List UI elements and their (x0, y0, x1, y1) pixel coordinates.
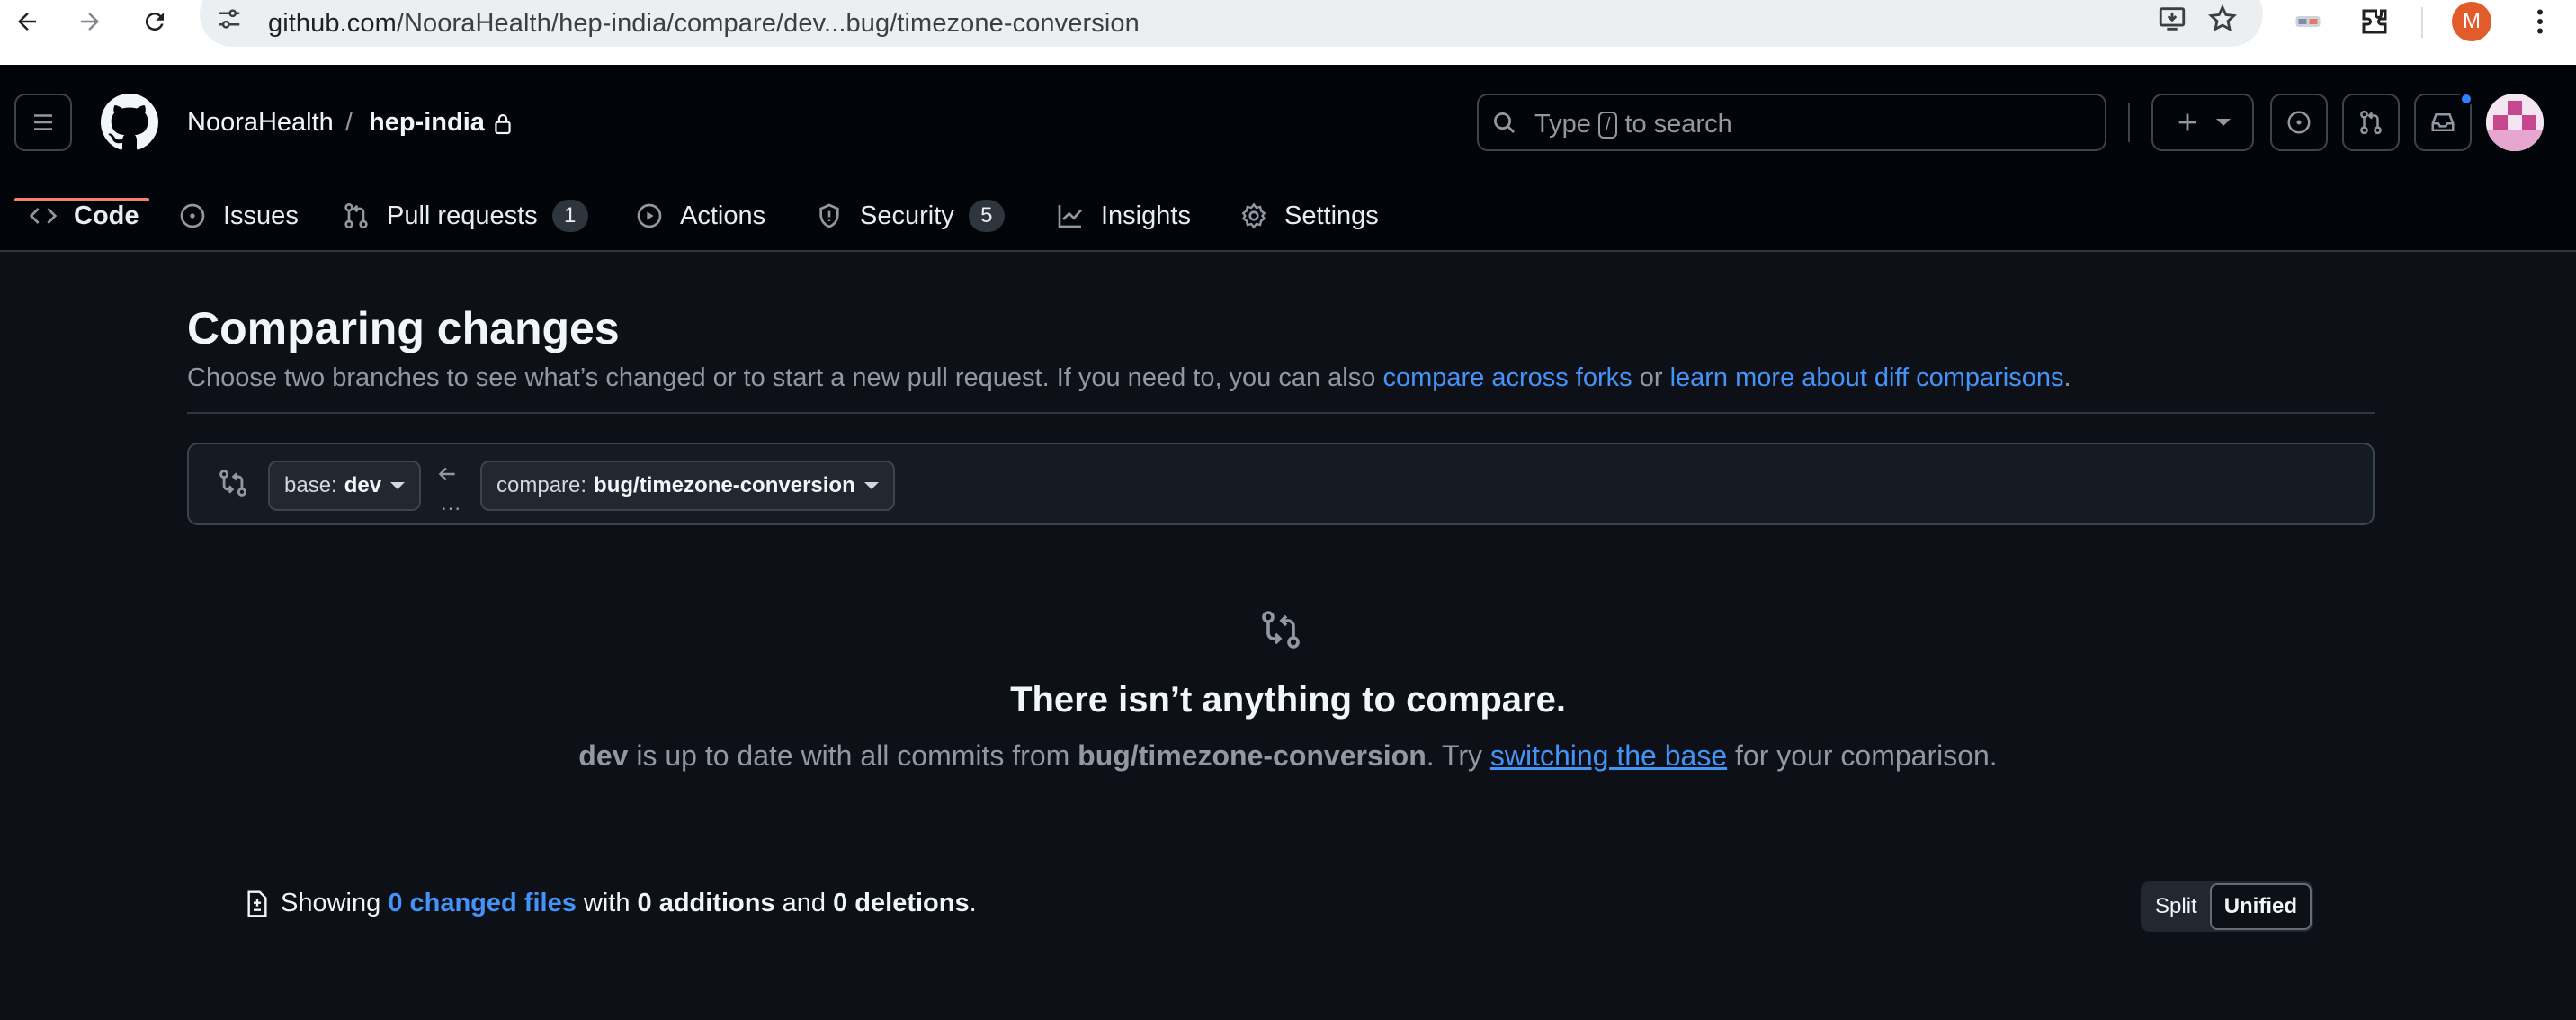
switch-base-link[interactable]: switching the base (1490, 739, 1727, 772)
compare-across-forks-link[interactable]: compare across forks (1382, 363, 1632, 392)
notification-dot (2459, 92, 2473, 106)
puzzle-icon[interactable] (2358, 5, 2391, 38)
hamburger-menu-button[interactable] (14, 94, 72, 151)
header-divider (2128, 103, 2130, 142)
search-placeholder: Type / to search (1534, 110, 1732, 139)
breadcrumb-repo[interactable]: hep-india (369, 108, 485, 138)
gear-icon (1241, 202, 1266, 229)
site-info-icon[interactable] (216, 5, 243, 32)
tab-pull-requests[interactable]: Pull requests 1 (342, 192, 588, 239)
caret-down-icon (390, 482, 406, 489)
tab-actions[interactable]: Actions (635, 192, 765, 239)
pull-requests-count: 1 (551, 200, 588, 232)
diff-summary: Showing 0 changed files with 0 additions… (245, 889, 977, 918)
pull-request-icon (344, 203, 368, 228)
tab-insights[interactable]: Insights (1056, 192, 1191, 239)
search-icon (1491, 110, 1518, 137)
issue-icon (180, 203, 205, 228)
install-icon[interactable] (2157, 4, 2187, 34)
divider (187, 412, 2375, 414)
url-text: github.com/NooraHealth/hep-india/compare… (268, 9, 1140, 38)
graph-icon (1058, 205, 1083, 228)
tab-security[interactable]: Security 5 (815, 192, 1005, 239)
triangle-down-icon (2216, 119, 2231, 126)
repo-header: NooraHealth / hep-india Type / to search C… (0, 65, 2576, 252)
extension-icon[interactable] (2292, 5, 2324, 38)
blankslate-title: There isn’t anything to compare. (1010, 680, 1566, 720)
hamburger-icon (34, 114, 52, 130)
unified-view-button[interactable]: Unified (2209, 883, 2312, 930)
inbox-icon (2431, 113, 2455, 131)
split-view-button[interactable]: Split (2142, 883, 2210, 930)
base-branch-select[interactable]: base: dev (268, 461, 422, 511)
breadcrumb-separator: / (345, 108, 353, 137)
issue-icon (2287, 111, 2311, 134)
tab-settings[interactable]: Settings (1239, 192, 1379, 239)
play-icon (637, 203, 662, 228)
arrow-left-icon (435, 462, 459, 486)
plus-icon (2178, 113, 2196, 131)
forward-icon[interactable] (63, 0, 117, 43)
blankslate-message: dev is up to date with all commits from … (578, 739, 1998, 772)
active-tab-indicator (14, 198, 149, 201)
browser-toolbar: github.com/NooraHealth/hep-india/compare… (0, 0, 2576, 65)
security-count: 5 (968, 200, 1005, 232)
issues-button[interactable] (2270, 94, 2328, 151)
git-compare-icon (218, 468, 248, 498)
profile-avatar[interactable]: M (2452, 2, 2491, 41)
file-diff-icon (247, 890, 267, 917)
create-new-button[interactable] (2151, 94, 2254, 151)
breadcrumb-owner[interactable]: NooraHealth (187, 108, 334, 138)
repo-tabs: Code Issues Pull requests 1 Actions Secu… (0, 180, 2576, 252)
back-icon[interactable] (0, 0, 54, 43)
github-logo-icon[interactable] (101, 94, 158, 151)
page-title: Comparing changes (187, 303, 620, 353)
git-compare-icon (1259, 608, 1302, 651)
code-icon (29, 208, 58, 224)
diff-view-toggle: Split Unified (2141, 881, 2314, 932)
learn-more-link[interactable]: learn more about diff comparisons (1670, 363, 2064, 392)
toolbar-divider (2421, 7, 2423, 38)
tab-issues[interactable]: Issues (178, 192, 299, 239)
reload-icon[interactable] (128, 0, 182, 43)
pull-request-icon (2360, 110, 2382, 135)
lock-icon (493, 112, 513, 135)
shield-icon (819, 203, 839, 228)
search-input[interactable]: Type / to search (1477, 94, 2106, 151)
star-icon[interactable] (2207, 4, 2238, 34)
range-dots: ... (441, 491, 462, 515)
changed-files-link[interactable]: 0 changed files (388, 889, 577, 918)
range-editor: base: dev ... compare: bug/timezone-conver… (187, 443, 2375, 525)
page-subtitle: Choose two branches to see what’s change… (187, 363, 2071, 392)
pull-requests-button[interactable] (2342, 94, 2400, 151)
user-avatar[interactable] (2486, 94, 2544, 151)
compare-branch-select[interactable]: compare: bug/timezone-conversion (480, 461, 895, 511)
address-bar[interactable]: github.com/NooraHealth/hep-india/compare… (200, 0, 2263, 47)
caret-down-icon (863, 482, 879, 489)
menu-dots-icon[interactable] (2524, 5, 2556, 38)
